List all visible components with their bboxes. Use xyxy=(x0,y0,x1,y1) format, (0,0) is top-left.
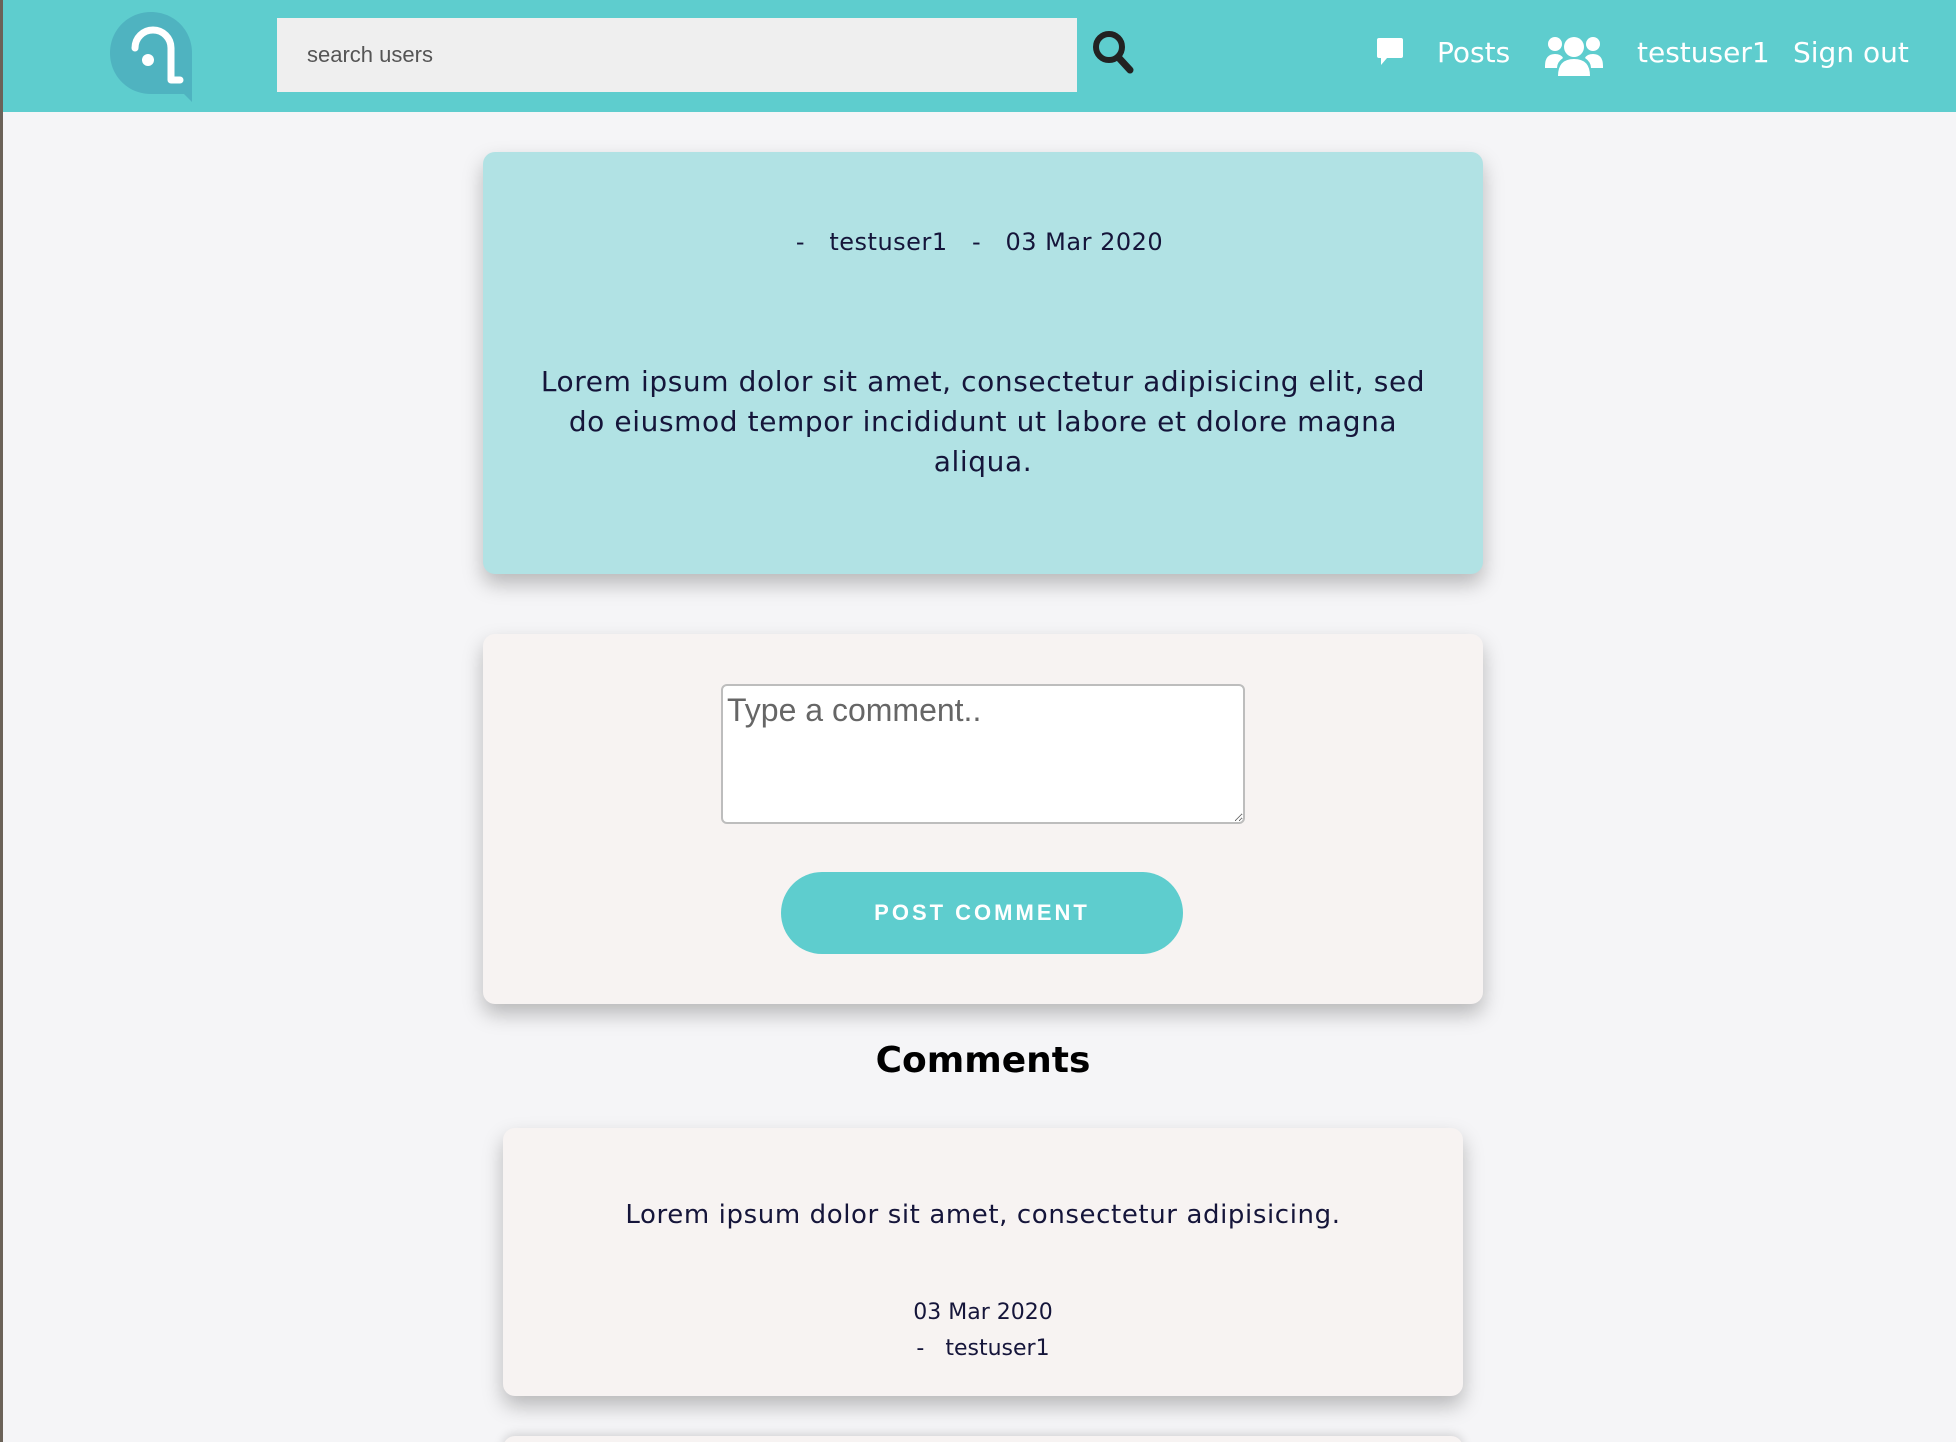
post-meta: - testuser1 - 03 Mar 2020 xyxy=(795,228,1164,256)
post-body: Lorem ipsum dolor sit amet, consectetur … xyxy=(540,365,1426,478)
users-icon[interactable] xyxy=(1543,32,1605,78)
search-users-input[interactable] xyxy=(277,18,1077,92)
nav-posts-link[interactable]: Posts xyxy=(1437,28,1510,78)
comment-author: - testuser1 xyxy=(916,1336,1050,1361)
comment-textarea[interactable] xyxy=(721,684,1245,824)
comments-heading: Comments xyxy=(875,1040,1091,1081)
nav-username-link[interactable]: testuser1 xyxy=(1637,28,1770,78)
post-comment-button[interactable]: POST COMMENT xyxy=(781,872,1183,954)
comment-icon[interactable] xyxy=(1375,36,1405,68)
comment-text: Lorem ipsum dolor sit amet, consectetur … xyxy=(625,1200,1341,1230)
comment-date: 03 Mar 2020 xyxy=(913,1300,1053,1325)
nav-signout-link[interactable]: Sign out xyxy=(1793,28,1909,78)
next-comment-card xyxy=(503,1436,1463,1442)
page: Posts testuser1 Sign out - testuser1 - 0… xyxy=(0,0,1956,1442)
search-button[interactable] xyxy=(1089,28,1137,78)
app-logo[interactable] xyxy=(108,10,194,102)
top-navbar: Posts testuser1 Sign out xyxy=(3,0,1956,112)
search-icon xyxy=(1093,30,1134,73)
